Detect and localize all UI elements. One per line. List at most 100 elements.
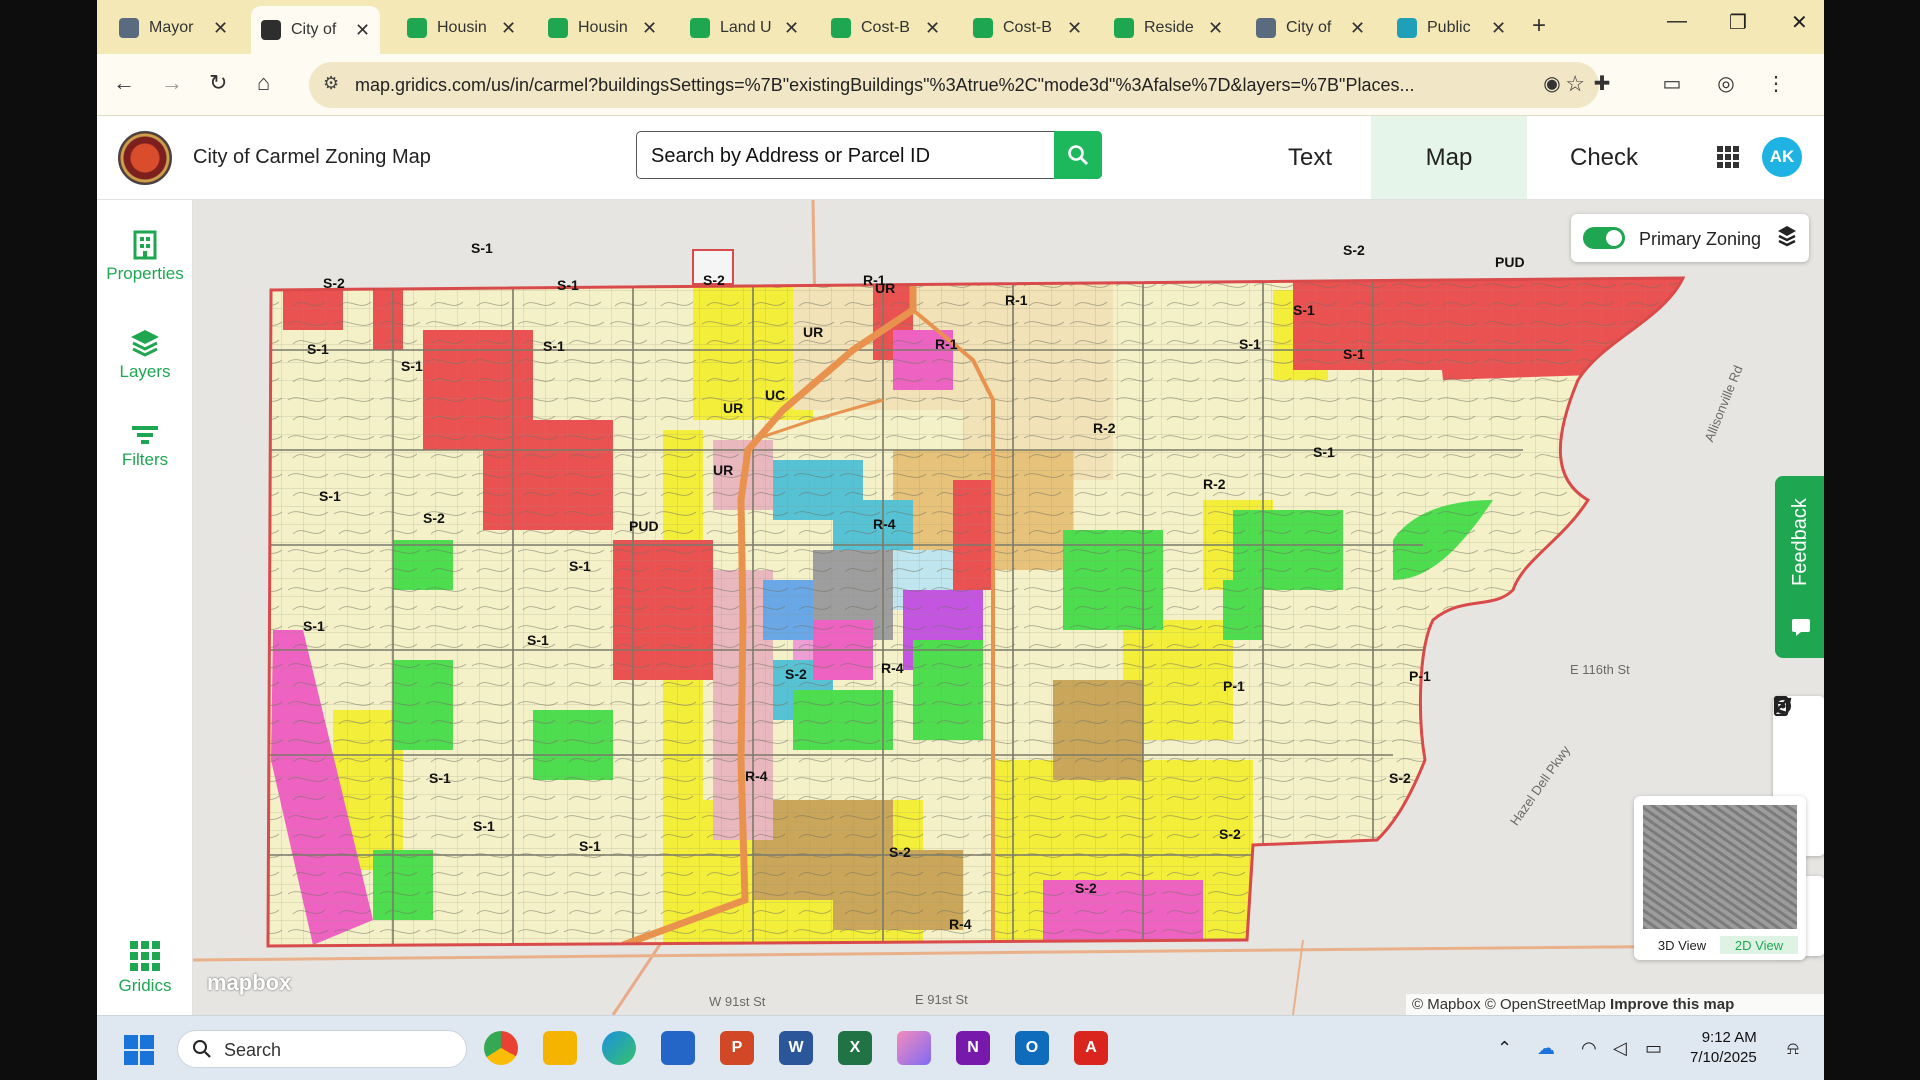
feedback-tab[interactable]: Feedback (1775, 476, 1824, 658)
bookmark-star-icon[interactable]: ☆ (1565, 71, 1585, 97)
browser-tab[interactable]: Housin ✕ (538, 8, 667, 48)
zone-label: R-2 (1093, 420, 1116, 436)
search-input[interactable]: Search by Address or Parcel ID (651, 145, 930, 168)
system-clock[interactable]: 9:12 AM 7/10/2025 (1690, 1028, 1757, 1068)
clipchamp-icon[interactable] (897, 1031, 931, 1065)
user-avatar[interactable]: AK (1762, 137, 1802, 177)
close-icon[interactable]: ✕ (1491, 18, 1506, 39)
close-icon[interactable]: ✕ (213, 18, 228, 39)
new-tab-button[interactable]: + (1532, 12, 1546, 40)
menu-kebab-icon[interactable]: ⋮ (1761, 68, 1791, 98)
close-icon[interactable]: ✕ (642, 18, 657, 39)
zone-label: S-1 (569, 558, 591, 574)
zoning-map[interactable]: W 91st St E 91st St E 116th St Allisonvi… (193, 200, 1824, 1015)
site-settings-icon[interactable]: ⚙ (323, 73, 339, 94)
tab-check[interactable]: Check (1529, 116, 1679, 199)
zone-label: R-4 (873, 516, 896, 532)
improve-map-link[interactable]: Improve this map (1610, 996, 1734, 1013)
search-button[interactable] (1054, 131, 1102, 179)
excel-icon[interactable]: X (838, 1031, 872, 1065)
address-search-box[interactable]: Search by Address or Parcel ID (636, 131, 1102, 179)
edge-icon[interactable] (602, 1031, 636, 1065)
browser-tab[interactable]: Land U ✕ (680, 8, 809, 48)
volume-icon[interactable]: ◁ (1613, 1038, 1627, 1059)
browser-tab[interactable]: Reside ✕ (1104, 8, 1233, 48)
browser-tab[interactable]: Housin ✕ (397, 8, 526, 48)
windows-start-icon[interactable] (123, 1034, 155, 1066)
close-icon[interactable]: ✕ (1067, 18, 1082, 39)
profile-icon[interactable]: ◎ (1711, 68, 1741, 98)
primary-zoning-toggle-card[interactable]: Primary Zoning (1571, 214, 1809, 262)
reload-icon[interactable]: ↻ (209, 70, 227, 96)
chrome-icon[interactable] (484, 1031, 518, 1065)
onedrive-icon[interactable]: ☁ (1537, 1038, 1555, 1059)
sidebar-item-filters[interactable]: Filters (97, 424, 193, 470)
measure-line-button[interactable] (1773, 698, 1824, 776)
sidebar-item-properties[interactable]: Properties (97, 230, 193, 284)
zone-label: S-2 (423, 510, 445, 526)
outlook-icon[interactable]: O (1015, 1031, 1049, 1065)
powerpoint-icon[interactable]: P (720, 1031, 754, 1065)
layer-toggle-switch[interactable] (1583, 227, 1625, 249)
forward-icon[interactable]: → (161, 70, 183, 96)
zone-label: S-2 (703, 272, 725, 288)
sidebar-item-gridics[interactable]: Gridics (97, 940, 193, 996)
notification-bell-icon[interactable]: ⍾ (1787, 1038, 1799, 1059)
close-icon[interactable]: ✕ (1350, 18, 1365, 39)
browser-tab[interactable]: Cost-B ✕ (963, 8, 1092, 48)
acrobat-icon[interactable]: A (1074, 1031, 1108, 1065)
zone-label: S-1 (527, 632, 549, 648)
tab-text[interactable]: Text (1252, 116, 1368, 199)
tray-chevron-icon[interactable]: ⌃ (1497, 1038, 1512, 1059)
wifi-icon[interactable]: ◠ (1581, 1038, 1597, 1059)
back-icon[interactable]: ← (113, 70, 135, 96)
close-window-icon[interactable]: ✕ (1791, 10, 1808, 35)
sidebar-item-layers[interactable]: Layers (97, 328, 193, 382)
3d-view-button[interactable]: 3D View (1643, 936, 1721, 954)
browser-tab[interactable]: Cost-B ✕ (821, 8, 950, 48)
home-icon[interactable]: ⌂ (257, 70, 270, 96)
zone-label: S-1 (1239, 336, 1261, 352)
extensions-puzzle-icon[interactable]: ✚ (1587, 68, 1617, 98)
zone-label: S-1 (1293, 302, 1315, 318)
tab-label: Housin (578, 19, 628, 36)
close-icon[interactable]: ✕ (925, 18, 940, 39)
tab-favicon-icon (690, 18, 710, 38)
word-icon[interactable]: W (779, 1031, 813, 1065)
store-icon[interactable] (661, 1031, 695, 1065)
clock-date: 7/10/2025 (1690, 1049, 1757, 1066)
city-seal-logo[interactable] (118, 131, 172, 185)
close-icon[interactable]: ✕ (784, 18, 799, 39)
file-explorer-icon[interactable] (543, 1031, 577, 1065)
mapbox-logo[interactable]: mapbox (207, 970, 291, 996)
url-text: map.gridics.com/us/in/carmel?buildingsSe… (355, 75, 1415, 95)
restore-icon[interactable]: ❐ (1729, 10, 1747, 35)
zoning-map-canvas[interactable] (193, 200, 1824, 1015)
taskbar-search[interactable]: Search (177, 1030, 467, 1068)
clock-time: 9:12 AM (1701, 1029, 1757, 1046)
2d-view-button[interactable]: 2D View (1720, 936, 1798, 954)
zone-label: UR (803, 324, 824, 340)
map-attribution: © Mapbox © OpenStreetMap Improve this ma… (1406, 994, 1824, 1015)
sidebar-item-label: Filters (121, 450, 169, 469)
browser-tab-active[interactable]: City of ✕ (251, 6, 381, 54)
zone-label: S-1 (429, 770, 451, 786)
extension-icon[interactable]: ◉ (1537, 68, 1567, 98)
browser-tab[interactable]: Public ✕ (1387, 8, 1516, 48)
address-bar[interactable]: ⚙ map.gridics.com/us/in/carmel?buildings… (309, 62, 1599, 108)
layers-stack-icon[interactable] (1777, 224, 1797, 248)
satellite-thumbnail[interactable] (1643, 805, 1797, 929)
attribution-text[interactable]: © Mapbox © OpenStreetMap (1412, 996, 1606, 1013)
close-icon[interactable]: ✕ (355, 20, 370, 41)
browser-window: Mayor ✕ City of ✕ Housin ✕ Housin ✕ Land U ✕ … (97, 0, 1824, 1080)
onenote-icon[interactable]: N (956, 1031, 990, 1065)
apps-grid-icon[interactable] (1717, 146, 1739, 168)
close-icon[interactable]: ✕ (1208, 18, 1223, 39)
browser-tab[interactable]: Mayor ✕ (109, 8, 238, 48)
close-icon[interactable]: ✕ (501, 18, 516, 39)
browser-tab[interactable]: City of ✕ (1246, 8, 1375, 48)
minimize-icon[interactable]: — (1667, 10, 1687, 33)
battery-icon[interactable]: ▭ (1645, 1038, 1662, 1059)
tab-map[interactable]: Map (1371, 116, 1527, 199)
tab-search-icon[interactable]: ▭ (1657, 68, 1687, 98)
